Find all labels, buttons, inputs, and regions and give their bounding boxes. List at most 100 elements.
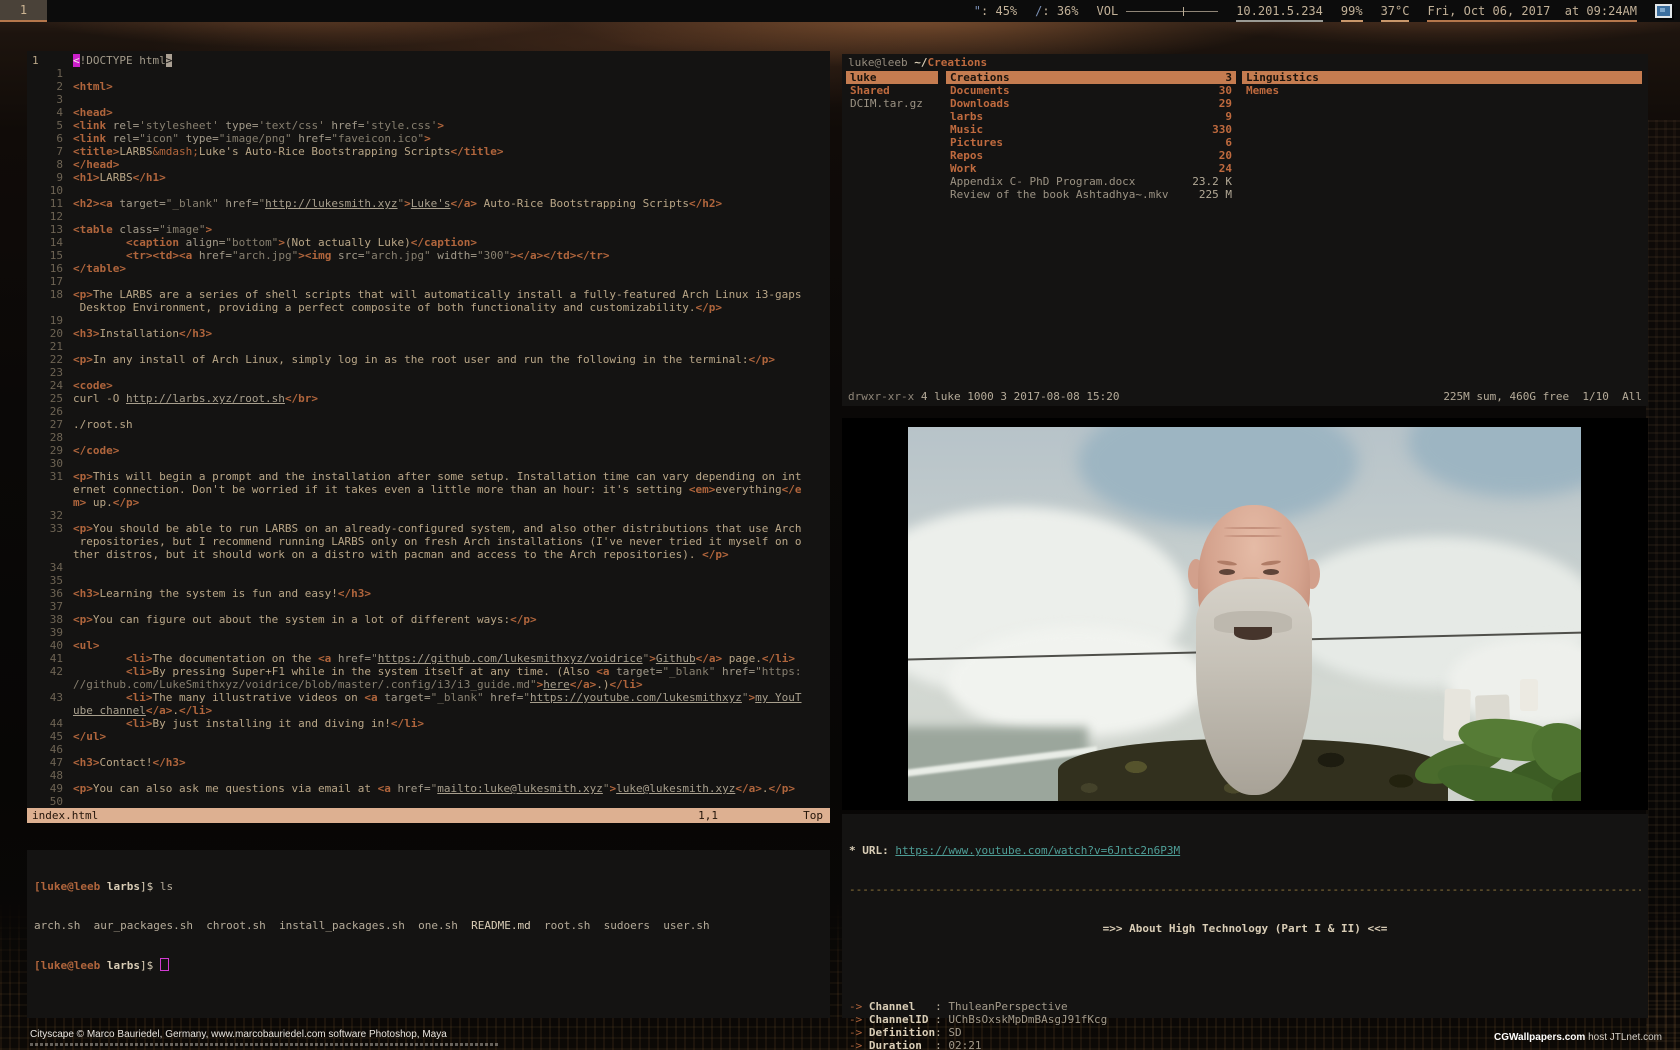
editor-line[interactable]: 32 bbox=[27, 509, 830, 522]
editor-line[interactable]: 36<h3>Learning the system is fun and eas… bbox=[27, 587, 830, 600]
editor-line[interactable]: 6<link rel="icon" type="image/png" href=… bbox=[27, 132, 830, 145]
editor-line[interactable]: 40<ul> bbox=[27, 639, 830, 652]
editor-line[interactable]: 23 bbox=[27, 366, 830, 379]
prompt-user: [luke@leeb bbox=[34, 880, 100, 893]
ranger-item[interactable]: Pictures6 bbox=[946, 136, 1236, 149]
editor-line[interactable]: 20<h3>Installation</h3> bbox=[27, 327, 830, 340]
editor-line[interactable]: repositories, but I recommend running LA… bbox=[27, 535, 830, 548]
wallpaper-site-credit: CGWallpapers.com host JTLnet.com bbox=[1494, 1032, 1662, 1043]
editor-line[interactable]: 1 bbox=[27, 67, 830, 80]
ranger-window[interactable]: luke@leeb ~/Creations lukeSharedDCIM.tar… bbox=[842, 54, 1648, 406]
ranger-item[interactable]: Memes bbox=[1242, 84, 1642, 97]
tray-monitor-icon[interactable] bbox=[1655, 4, 1672, 18]
editor-line[interactable]: 24<code> bbox=[27, 379, 830, 392]
vim-cursor-position: 1,1 bbox=[698, 808, 718, 823]
editor-line[interactable]: 2<html> bbox=[27, 80, 830, 93]
ranger-item[interactable]: Music330 bbox=[946, 123, 1236, 136]
editor-line[interactable]: 44 <li>By just installing it and diving … bbox=[27, 717, 830, 730]
editor-line[interactable]: 11<h2><a target="_blank" href="http://lu… bbox=[27, 197, 830, 210]
editor-line[interactable]: 5<link rel='stylesheet' type='text/css' … bbox=[27, 119, 830, 132]
ranger-item[interactable]: Shared bbox=[846, 84, 938, 97]
man-eye bbox=[1263, 569, 1279, 575]
editor-line[interactable]: 47<h3>Contact!</h3> bbox=[27, 756, 830, 769]
editor-line[interactable]: 29</code> bbox=[27, 444, 830, 457]
editor-line[interactable]: 48 bbox=[27, 769, 830, 782]
wallpaper-site: CGWallpapers.com bbox=[1494, 1032, 1585, 1043]
ranger-item[interactable]: larbs9 bbox=[946, 110, 1236, 123]
vim-window[interactable]: 1<!DOCTYPE html>12<html>34<head>5<link r… bbox=[27, 51, 830, 823]
ranger-item[interactable]: Documents30 bbox=[946, 84, 1236, 97]
editor-line[interactable]: 13<table class="image"> bbox=[27, 223, 830, 236]
shell-line-prompt[interactable]: [luke@leeb larbs]$ bbox=[34, 958, 823, 972]
forehead-wrinkle bbox=[1224, 527, 1282, 529]
shell-terminal-window[interactable]: [luke@leeb larbs]$ ls arch.sh aur_packag… bbox=[27, 850, 830, 1018]
sky bbox=[1408, 427, 1581, 497]
editor-line[interactable]: 19 bbox=[27, 314, 830, 327]
volume-slider[interactable] bbox=[1126, 11, 1218, 12]
editor-line[interactable]: m> up.</p> bbox=[27, 496, 830, 509]
editor-line[interactable]: 33<p>You should be able to run LARBS on … bbox=[27, 522, 830, 535]
editor-line[interactable]: 22<p>In any install of Arch Linux, simpl… bbox=[27, 353, 830, 366]
editor-line[interactable]: 41 <li>The documentation on the <a href=… bbox=[27, 652, 830, 665]
separator: ----------------------------------------… bbox=[849, 883, 1641, 896]
workspace-tag[interactable]: 1 bbox=[0, 0, 47, 22]
editor-line[interactable]: 42 <li>By pressing Super+F1 while in the… bbox=[27, 665, 830, 678]
editor-line[interactable]: 49<p>You can also ask me questions via e… bbox=[27, 782, 830, 795]
editor-line[interactable]: 21 bbox=[27, 340, 830, 353]
editor-line[interactable]: 4<head> bbox=[27, 106, 830, 119]
editor-line[interactable]: 9<h1>LARBS</h1> bbox=[27, 171, 830, 184]
volume-slider-handle[interactable] bbox=[1183, 7, 1184, 16]
volume-indicator[interactable]: VOL bbox=[1097, 0, 1219, 22]
editor-line[interactable]: 37 bbox=[27, 600, 830, 613]
editor-line[interactable]: 45</ul> bbox=[27, 730, 830, 743]
editor-line[interactable]: 27./root.sh bbox=[27, 418, 830, 431]
editor-line[interactable]: 10 bbox=[27, 184, 830, 197]
editor-line[interactable]: 3 bbox=[27, 93, 830, 106]
editor-line[interactable]: 8</head> bbox=[27, 158, 830, 171]
ranger-item[interactable]: Downloads29 bbox=[946, 97, 1236, 110]
video-url-link[interactable]: https://www.youtube.com/watch?v=6Jntc2n6… bbox=[895, 844, 1180, 857]
editor-line[interactable]: 17 bbox=[27, 275, 830, 288]
editor-line[interactable]: 14 <caption align="bottom">(Not actually… bbox=[27, 236, 830, 249]
editor-line[interactable]: 50 bbox=[27, 795, 830, 808]
sky bbox=[1078, 427, 1358, 527]
ranger-item[interactable]: Creations3 bbox=[946, 71, 1236, 84]
ranger-item[interactable]: Review of the book Ashtadhya~.mkv225 M bbox=[946, 188, 1236, 201]
ranger-item[interactable]: Work24 bbox=[946, 162, 1236, 175]
editor-line[interactable]: Desktop Environment, providing a perfect… bbox=[27, 301, 830, 314]
editor-line[interactable]: 25curl -O http://larbs.xyz/root.sh</br> bbox=[27, 392, 830, 405]
memory-icon: " bbox=[974, 4, 981, 18]
editor-line[interactable]: 12 bbox=[27, 210, 830, 223]
editor-line[interactable]: 1<!DOCTYPE html> bbox=[27, 54, 830, 67]
ranger-item[interactable]: Appendix C- PhD Program.docx23.2 K bbox=[946, 175, 1236, 188]
ranger-current-dir: Creations bbox=[927, 56, 987, 69]
editor-line[interactable]: 43 <li>The many illustrative videos on <… bbox=[27, 691, 830, 704]
editor-line[interactable]: 34 bbox=[27, 561, 830, 574]
video-frame[interactable] bbox=[908, 427, 1581, 801]
video-info-terminal[interactable]: * URL: https://www.youtube.com/watch?v=6… bbox=[842, 814, 1648, 1018]
ranger-item[interactable]: Linguistics bbox=[1242, 71, 1642, 84]
editor-line[interactable]: 38<p>You can figure out about the system… bbox=[27, 613, 830, 626]
editor-line[interactable]: 26 bbox=[27, 405, 830, 418]
editor-line[interactable]: 7<title>LARBS&mdash;Luke's Auto-Rice Boo… bbox=[27, 145, 830, 158]
editor-line[interactable]: 28 bbox=[27, 431, 830, 444]
ranger-item[interactable]: luke bbox=[846, 71, 938, 84]
editor-line[interactable]: 46 bbox=[27, 743, 830, 756]
editor-line[interactable]: ernet connection. Don't be worried if it… bbox=[27, 483, 830, 496]
editor-line[interactable]: 31<p>This will begin a prompt and the in… bbox=[27, 470, 830, 483]
editor-line[interactable]: 15 <tr><td><a href="arch.jpg"><img src="… bbox=[27, 249, 830, 262]
editor-buffer[interactable]: 1<!DOCTYPE html>12<html>34<head>5<link r… bbox=[27, 54, 830, 808]
ranger-item[interactable]: DCIM.tar.gz bbox=[846, 97, 938, 110]
mpv-window[interactable] bbox=[842, 418, 1648, 810]
editor-line[interactable]: 18<p>The LARBS are a series of shell scr… bbox=[27, 288, 830, 301]
ranger-item[interactable]: Repos20 bbox=[946, 149, 1236, 162]
editor-line[interactable]: ther distros, but it should work on a di… bbox=[27, 548, 830, 561]
editor-line[interactable]: 16</table> bbox=[27, 262, 830, 275]
memory-indicator: ": 45% bbox=[974, 0, 1017, 22]
disk-icon: / bbox=[1035, 4, 1042, 18]
editor-line[interactable]: 30 bbox=[27, 457, 830, 470]
editor-line[interactable]: 39 bbox=[27, 626, 830, 639]
editor-line[interactable]: 35 bbox=[27, 574, 830, 587]
editor-line[interactable]: ube channel</a>.</li> bbox=[27, 704, 830, 717]
editor-line[interactable]: //github.com/LukeSmithxyz/voidrice/blob/… bbox=[27, 678, 830, 691]
